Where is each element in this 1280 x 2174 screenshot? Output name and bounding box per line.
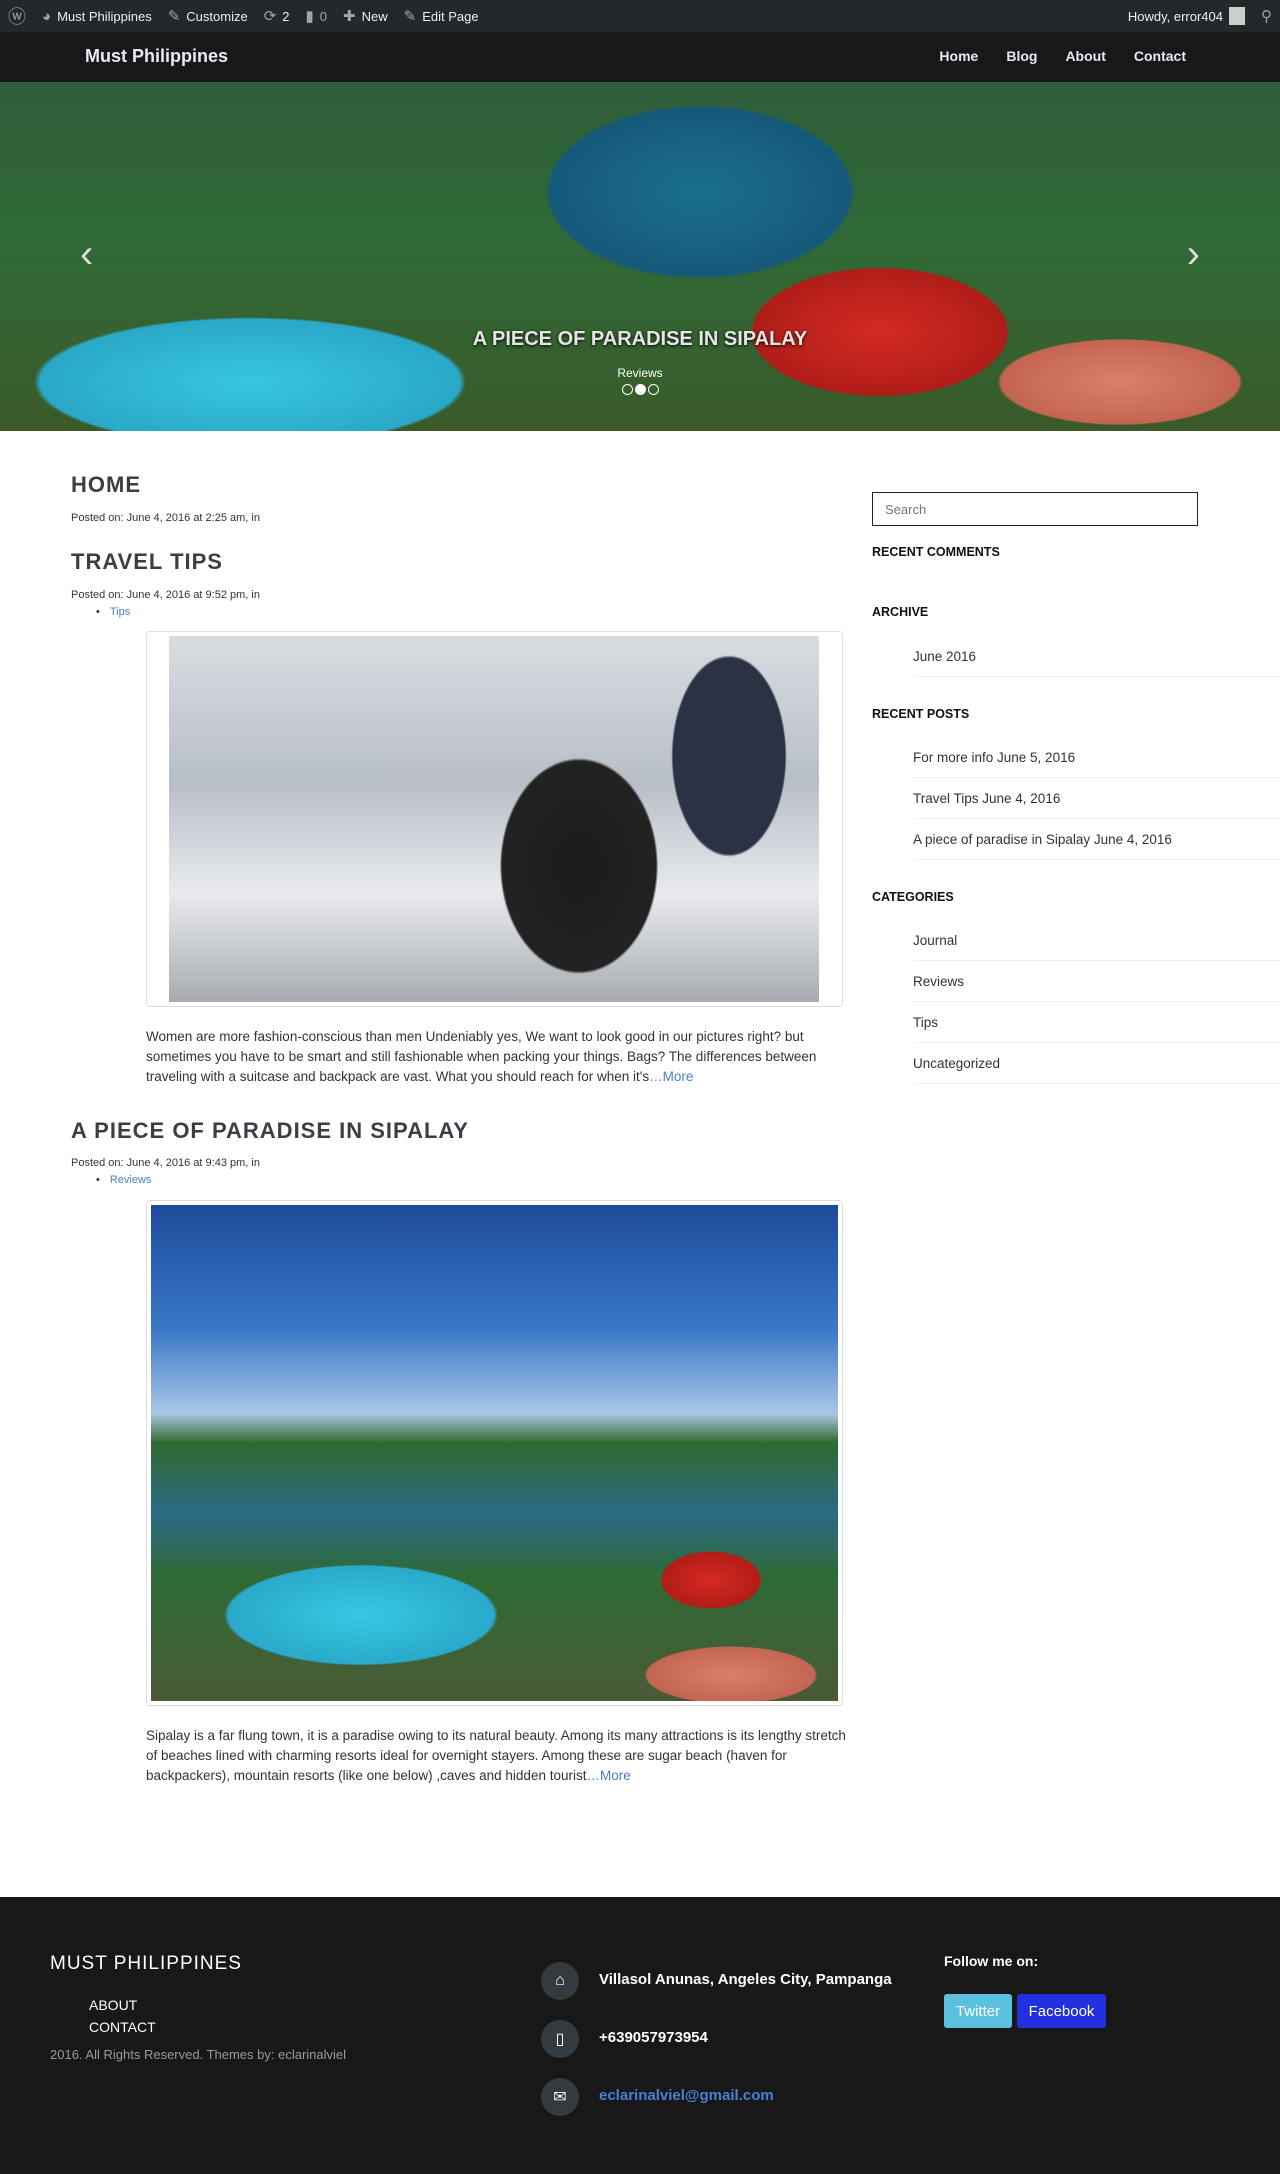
- customize-label: Customize: [186, 8, 248, 24]
- home-icon: ⌂: [541, 1962, 579, 2000]
- brush-icon: ✎: [167, 8, 181, 25]
- follow-label: Follow me on:: [944, 1953, 1039, 1969]
- widget-title-archive: ARCHIVE: [872, 605, 929, 619]
- dashboard-icon: ◕: [42, 7, 52, 25]
- post-category[interactable]: Reviews: [96, 1174, 152, 1186]
- footer-email[interactable]: eclarinalviel@gmail.com: [599, 2087, 774, 2104]
- nav-about[interactable]: About: [1051, 48, 1119, 64]
- footer-phone: +639057973954: [599, 2029, 708, 2046]
- widget-title-recent-posts: RECENT POSTS: [872, 707, 970, 721]
- main-nav: Must Philippines Home Blog About Contact: [0, 32, 1280, 82]
- read-more-link[interactable]: …More: [586, 1768, 630, 1783]
- mobile-phone-icon: ▯: [541, 2020, 579, 2058]
- nav-menu: Home Blog About Contact: [925, 48, 1200, 64]
- footer-link-about[interactable]: ABOUT: [89, 1997, 137, 2013]
- nav-blog[interactable]: Blog: [992, 48, 1051, 64]
- post-meta: Posted on: June 4, 2016 at 9:43 pm, in: [71, 1157, 260, 1169]
- copyright: 2016. All Rights Reserved. Themes by: ec…: [50, 2047, 347, 2062]
- recent-post-item[interactable]: Travel Tips June 4, 2016: [913, 778, 1280, 819]
- read-more-link[interactable]: …More: [649, 1069, 693, 1084]
- updates-link[interactable]: ⟳ 2: [256, 0, 298, 32]
- nav-contact[interactable]: Contact: [1120, 48, 1200, 64]
- post-excerpt: Women are more fashion-conscious than me…: [146, 1027, 846, 1087]
- pencil-icon: ✎: [403, 8, 417, 25]
- avatar: [1229, 7, 1245, 25]
- excerpt-text: Women are more fashion-conscious than me…: [146, 1029, 817, 1084]
- category-item[interactable]: Uncategorized: [913, 1043, 1280, 1084]
- footer-title: MUST PHILIPPINES: [50, 1953, 242, 1974]
- post-category[interactable]: Tips: [96, 606, 130, 618]
- archive-item[interactable]: June 2016: [913, 636, 1280, 677]
- recent-post-item[interactable]: A piece of paradise in Sipalay June 4, 2…: [913, 819, 1280, 860]
- post-title[interactable]: A PIECE OF PARADISE IN SIPALAY: [71, 1118, 469, 1144]
- slide-dot[interactable]: [648, 384, 659, 395]
- next-arrow-icon[interactable]: ›: [1187, 232, 1200, 277]
- widget-title-recent-comments: RECENT COMMENTS: [872, 545, 1000, 559]
- post-title[interactable]: HOME: [71, 472, 141, 498]
- post-title[interactable]: TRAVEL TIPS: [71, 549, 223, 575]
- category-item[interactable]: Reviews: [913, 961, 1280, 1002]
- travel-luggage-image[interactable]: [169, 636, 819, 1002]
- plus-icon: ✚: [343, 8, 356, 25]
- wordpress-logo-icon[interactable]: ⓦ: [0, 0, 34, 32]
- post-meta: Posted on: June 4, 2016 at 9:52 pm, in: [71, 589, 260, 601]
- excerpt-text: Sipalay is a far flung town, it is a par…: [146, 1728, 846, 1783]
- envelope-icon: ✉: [541, 2078, 579, 2116]
- comments-count: 0: [319, 8, 328, 24]
- facebook-button[interactable]: Facebook: [1017, 1994, 1106, 2028]
- new-link[interactable]: ✚ New: [335, 0, 396, 32]
- footer-link-contact[interactable]: CONTACT: [89, 2019, 156, 2035]
- search-icon[interactable]: ⚲: [1253, 0, 1280, 32]
- comment-icon: ▮: [305, 8, 314, 25]
- recent-post-item[interactable]: For more info June 5, 2016: [913, 737, 1280, 778]
- admin-bar: ⓦ ◕ Must Philippines ✎ Customize ⟳ 2 ▮ 0 ✚ Ne…: [0, 0, 1280, 32]
- site-name: Must Philippines: [57, 8, 152, 24]
- slide-indicators: [622, 384, 659, 395]
- howdy-text: Howdy, error404: [1127, 8, 1223, 24]
- slide-dot[interactable]: [622, 384, 633, 395]
- admin-site-link[interactable]: ◕ Must Philippines: [34, 0, 160, 32]
- category-item[interactable]: Tips: [913, 1002, 1280, 1043]
- post-excerpt: Sipalay is a far flung town, it is a par…: [146, 1726, 846, 1786]
- widget-title-categories: CATEGORIES: [872, 890, 954, 904]
- updates-count: 2: [282, 8, 290, 24]
- account-menu[interactable]: Howdy, error404: [1120, 0, 1253, 32]
- sipalay-resort-image[interactable]: [151, 1205, 838, 1701]
- search-input[interactable]: [872, 492, 1198, 526]
- footer-address: Villasol Anunas, Angeles City, Pampanga: [599, 1971, 892, 1988]
- customize-link[interactable]: ✎ Customize: [160, 0, 256, 32]
- updates-icon: ⟳: [263, 8, 277, 25]
- footer: MUST PHILIPPINES ABOUT CONTACT 2016. All…: [0, 1897, 1280, 2174]
- slide-title[interactable]: A PIECE OF PARADISE IN SIPALAY: [0, 328, 1280, 351]
- site-brand[interactable]: Must Philippines: [85, 46, 228, 67]
- category-item[interactable]: Journal: [913, 920, 1280, 961]
- nav-home[interactable]: Home: [925, 48, 992, 64]
- prev-arrow-icon[interactable]: ‹: [80, 232, 93, 277]
- edit-label: Edit Page: [422, 8, 479, 24]
- slide-dot-active[interactable]: [635, 384, 646, 395]
- new-label: New: [361, 8, 388, 24]
- twitter-button[interactable]: Twitter: [944, 1994, 1012, 2028]
- post-image-frame: [146, 631, 843, 1007]
- post-meta: Posted on: June 4, 2016 at 2:25 am, in: [71, 512, 260, 524]
- edit-page-link[interactable]: ✎ Edit Page: [396, 0, 487, 32]
- post-image-frame: [146, 1200, 843, 1706]
- slide-category[interactable]: Reviews: [0, 366, 1280, 380]
- comments-link[interactable]: ▮ 0: [298, 0, 336, 32]
- hero-slider: ‹ › A PIECE OF PARADISE IN SIPALAY Revie…: [0, 82, 1280, 431]
